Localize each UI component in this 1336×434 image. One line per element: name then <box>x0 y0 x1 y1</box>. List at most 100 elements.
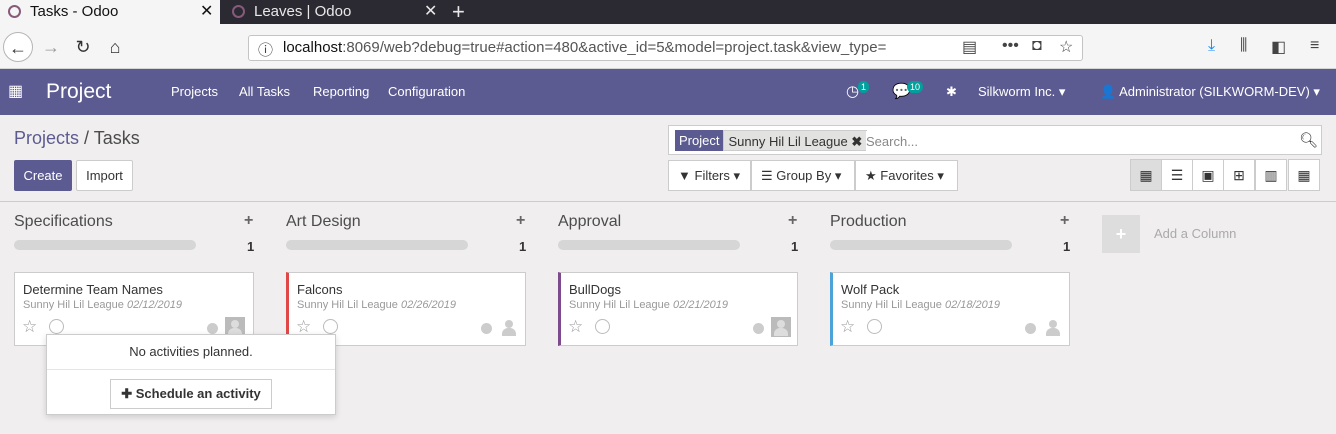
kanban-state-icon[interactable] <box>207 323 218 334</box>
sidebar-icon[interactable]: ◧ <box>1271 37 1286 57</box>
apps-grid-icon[interactable]: ▦ <box>8 69 23 115</box>
import-button[interactable]: Import <box>76 160 133 191</box>
breadcrumb-projects[interactable]: Projects <box>14 128 79 148</box>
column-count: 1 <box>791 239 799 254</box>
search-facet: Project Sunny Hil Lil League ✖ <box>675 130 868 151</box>
close-tab-icon[interactable]: ✕ <box>424 0 437 24</box>
kanban-card[interactable]: Wolf Pack Sunny Hil Lil League 02/18/201… <box>830 272 1070 346</box>
quick-create-icon[interactable]: + <box>788 212 797 230</box>
bookmark-star-icon[interactable]: ☆ <box>1059 37 1073 57</box>
kanban-state-icon[interactable] <box>1025 323 1036 334</box>
messages-badge: 10 <box>907 81 924 93</box>
grid-view-icon[interactable]: ▦ <box>1288 159 1320 191</box>
new-tab-icon[interactable]: + <box>452 0 465 24</box>
activity-clock-icon[interactable]: ◷ <box>846 69 859 115</box>
column-progress-bar <box>830 240 1012 250</box>
schedule-activity-label: Schedule an activity <box>135 386 261 401</box>
schedule-activity-button[interactable]: ✚ Schedule an activity <box>110 379 272 409</box>
list-icon: ☰ <box>761 168 773 183</box>
home-icon[interactable]: ⌂ <box>100 32 130 62</box>
activity-clock-icon[interactable] <box>867 319 882 334</box>
column-title: Specifications <box>14 213 113 230</box>
reload-icon[interactable]: ↻ <box>68 32 98 62</box>
card-date: 02/26/2019 <box>400 299 457 311</box>
list-view-icon[interactable]: ☰ <box>1161 159 1193 191</box>
column-title: Approval <box>558 213 622 230</box>
column-count: 1 <box>1063 239 1071 254</box>
download-icon[interactable]: ⤓ <box>1208 37 1215 55</box>
reader-view-icon[interactable]: ▤ <box>962 37 977 57</box>
popover-divider <box>47 369 335 370</box>
priority-star-icon[interactable]: ☆ <box>568 317 583 337</box>
tab-title: Leaves | Odoo <box>254 3 352 20</box>
breadcrumb: Projects / Tasks <box>14 128 140 149</box>
card-date: 02/21/2019 <box>672 299 729 311</box>
kanban-state-icon[interactable] <box>753 323 764 334</box>
priority-star-icon[interactable]: ☆ <box>22 317 37 337</box>
search-input[interactable] <box>866 131 1286 151</box>
pivot-view-icon[interactable]: ⊞ <box>1223 159 1255 191</box>
activity-clock-icon[interactable] <box>323 319 338 334</box>
menu-all-tasks[interactable]: All Tasks <box>239 69 290 115</box>
add-column-button[interactable]: + <box>1102 215 1140 253</box>
app-name[interactable]: Project <box>46 69 111 115</box>
breadcrumb-separator: / <box>84 128 90 148</box>
page-actions-icon[interactable]: ••• <box>1002 37 1019 55</box>
group-by-dropdown[interactable]: ☰ Group By ▾ <box>751 160 855 191</box>
facet-value: Sunny Hil Lil League ✖ <box>723 130 868 151</box>
breadcrumb-tasks: Tasks <box>93 128 140 148</box>
card-subtitle: Sunny Hil Lil League 02/21/2019 <box>569 299 728 311</box>
quick-create-icon[interactable]: + <box>244 212 253 230</box>
search-bar: Project Sunny Hil Lil League ✖ 🔍︎ <box>668 125 1322 155</box>
kanban-state-icon[interactable] <box>481 323 492 334</box>
info-icon[interactable]: ⓘ <box>258 39 273 60</box>
menu-configuration[interactable]: Configuration <box>388 69 465 115</box>
plus-icon: ✚ <box>121 386 133 401</box>
kanban-card[interactable]: BullDogs Sunny Hil Lil League 02/21/2019… <box>558 272 798 346</box>
favorites-label: Favorites <box>880 168 934 183</box>
create-button[interactable]: Create <box>14 160 72 191</box>
card-project: Sunny Hil Lil League <box>569 299 670 311</box>
browser-tab-tasks[interactable]: Tasks - Odoo ✕ <box>0 0 220 24</box>
add-column-label[interactable]: Add a Column <box>1154 226 1236 241</box>
url-bar[interactable]: ⓘ localhost:8069/web?debug=true#action=48… <box>248 35 1083 61</box>
url-path: :8069/web?debug=true#action=480&active_i… <box>342 39 887 56</box>
library-icon[interactable]: ⫼ <box>1240 37 1247 55</box>
odoo-main-navbar: ▦ Project Projects All Tasks Reporting C… <box>0 69 1336 115</box>
column-progress-bar <box>558 240 740 250</box>
activity-clock-icon[interactable] <box>595 319 610 334</box>
quick-create-icon[interactable]: + <box>516 212 525 230</box>
kanban-view-icon[interactable]: ▦ <box>1130 159 1162 191</box>
debug-bug-icon[interactable]: ✱ <box>946 69 957 115</box>
favorites-dropdown[interactable]: ★ Favorites ▾ <box>855 160 958 191</box>
quick-create-icon[interactable]: + <box>1060 212 1069 230</box>
menu-projects[interactable]: Projects <box>171 69 218 115</box>
calendar-view-icon[interactable]: ▣ <box>1192 159 1224 191</box>
no-activities-message: No activities planned. <box>129 344 253 359</box>
column-count: 1 <box>247 239 255 254</box>
close-tab-icon[interactable]: ✕ <box>200 0 213 24</box>
graph-view-icon[interactable]: ▥ <box>1255 159 1287 191</box>
browser-tab-leaves[interactable]: Leaves | Odoo ✕ <box>224 0 446 24</box>
filters-label: Filters <box>694 168 730 183</box>
user-menu[interactable]: 👤 Administrator (SILKWORM-DEV) ▾ <box>1100 69 1320 115</box>
browser-nav-bar: ← → ↻ ⌂ ⓘ localhost:8069/web?debug=true#a… <box>0 24 1336 69</box>
user-name: Administrator (SILKWORM-DEV) <box>1119 84 1310 99</box>
messages-icon[interactable]: 💬 <box>892 69 911 115</box>
menu-reporting[interactable]: Reporting <box>313 69 369 115</box>
menu-icon[interactable]: ≡ <box>1310 37 1319 55</box>
priority-star-icon[interactable]: ☆ <box>840 317 855 337</box>
search-icon[interactable]: 🔍︎ <box>1299 131 1318 149</box>
card-subtitle: Sunny Hil Lil League 02/12/2019 <box>23 299 182 311</box>
activity-clock-icon[interactable] <box>49 319 64 334</box>
company-switcher[interactable]: Silkworm Inc. ▾ <box>978 69 1065 115</box>
card-project: Sunny Hil Lil League <box>297 299 398 311</box>
avatar <box>771 317 791 337</box>
forward-arrow-icon[interactable]: → <box>36 32 66 62</box>
card-subtitle: Sunny Hil Lil League 02/18/2019 <box>841 299 1000 311</box>
remove-facet-icon[interactable]: ✖ <box>851 134 862 149</box>
pocket-icon[interactable]: ◘ <box>1032 37 1042 55</box>
star-icon: ★ <box>865 168 877 183</box>
back-arrow-icon[interactable]: ← <box>3 32 33 62</box>
filters-dropdown[interactable]: ▼ Filters ▾ <box>668 160 751 191</box>
